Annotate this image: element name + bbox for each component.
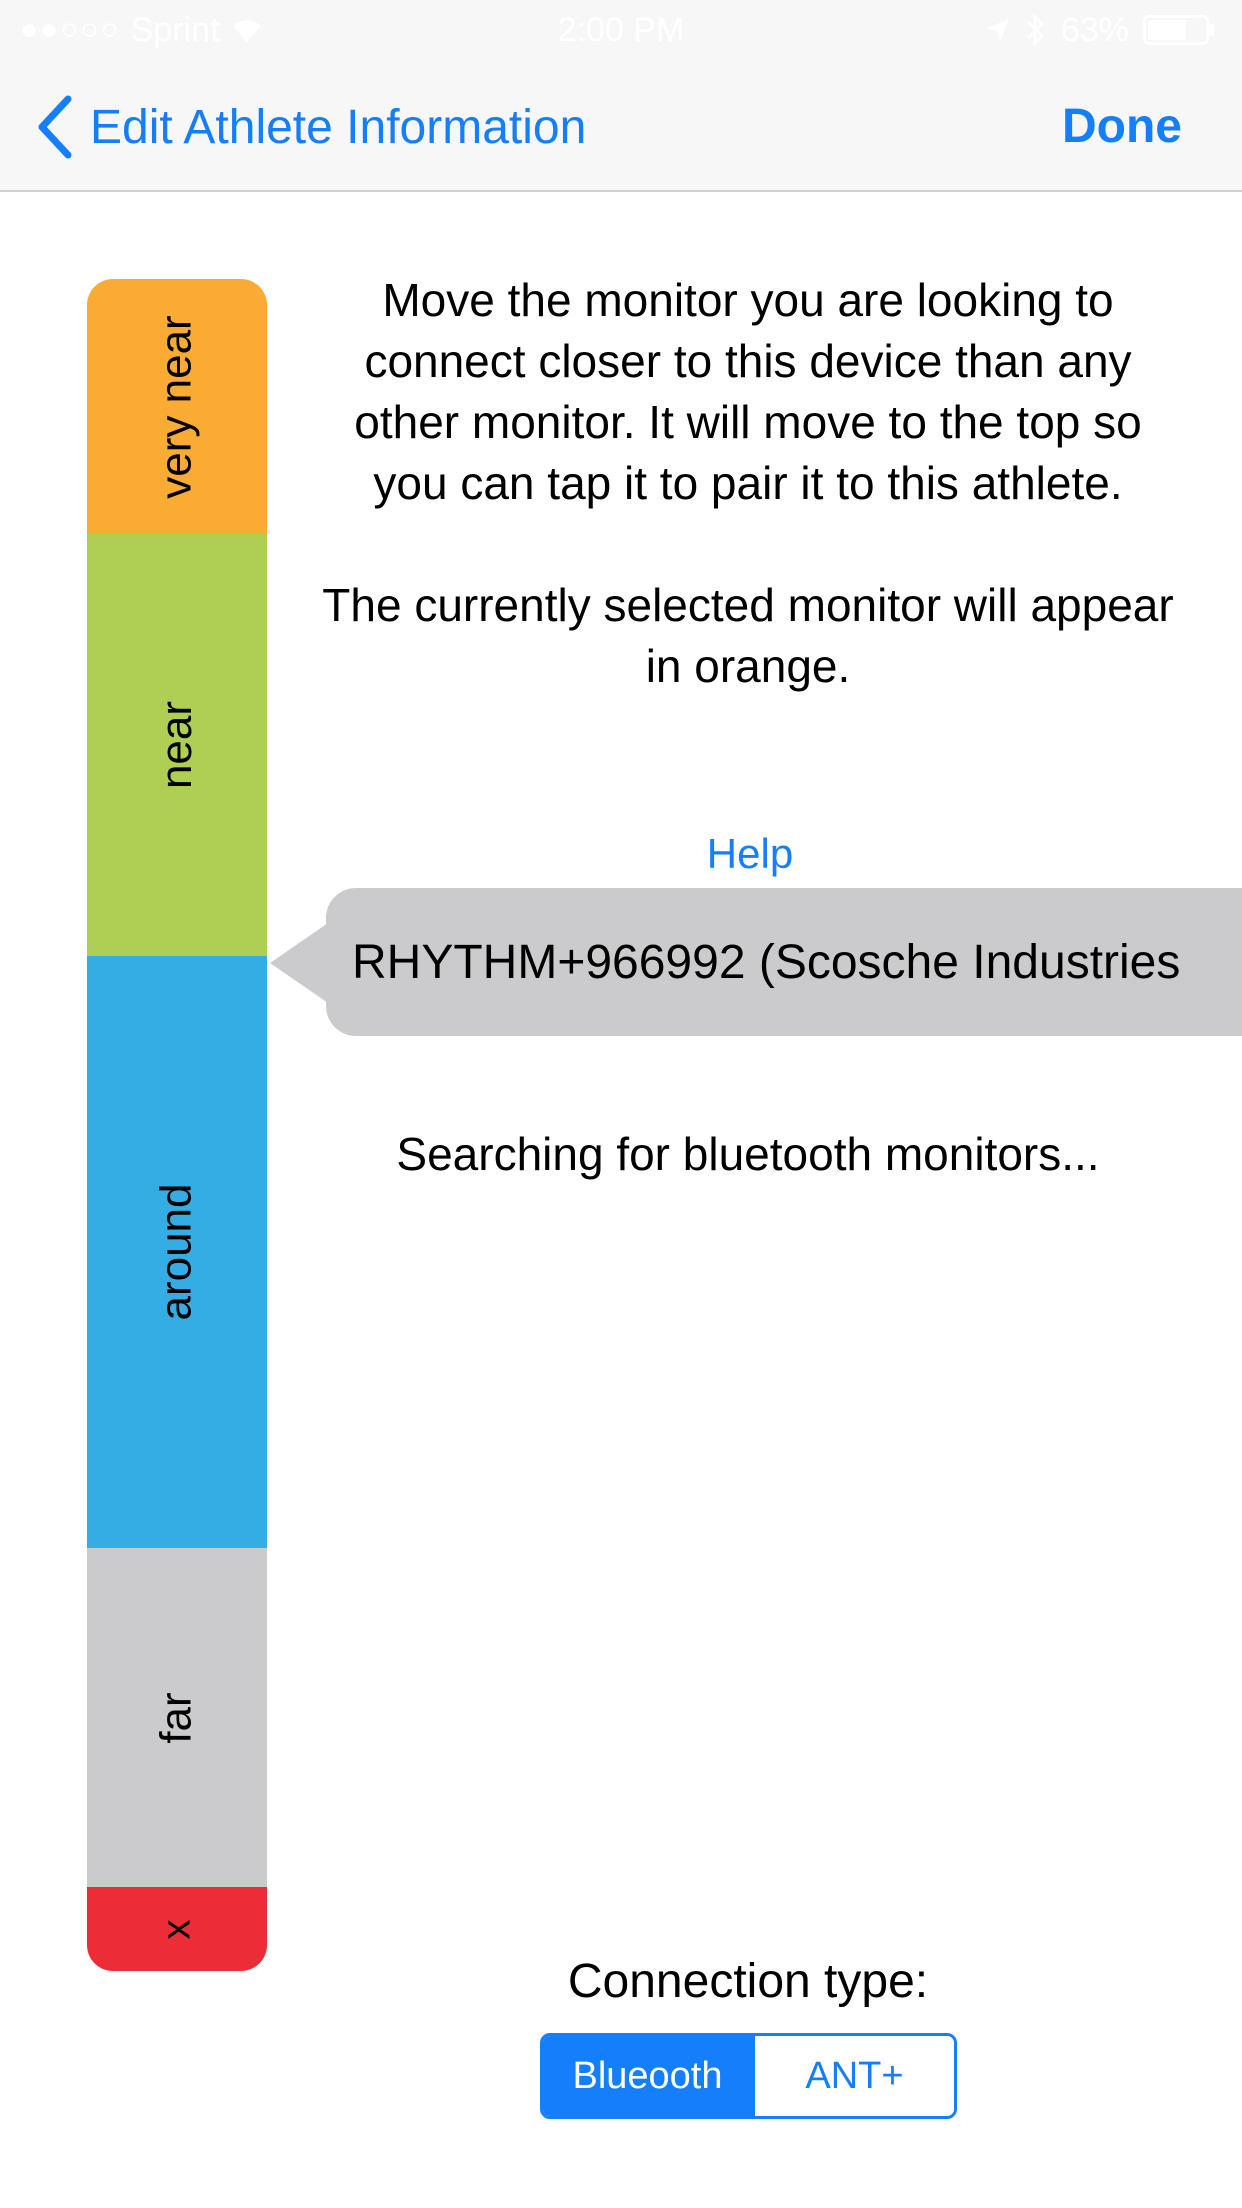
zone-very-near: very near bbox=[87, 279, 267, 534]
instructions-paragraph: The currently selected monitor will appe… bbox=[322, 579, 1174, 692]
battery-percent: 63% bbox=[1060, 11, 1129, 49]
status-right: 63% bbox=[985, 8, 1214, 52]
zone-near: near bbox=[87, 534, 267, 956]
connection-type-label: Connection type: bbox=[567, 1955, 929, 2008]
monitor-pointer bbox=[270, 923, 328, 1003]
zone-label: around bbox=[151, 1183, 201, 1321]
back-button[interactable]: Edit Athlete Information bbox=[34, 92, 586, 162]
back-button-label: Edit Athlete Information bbox=[90, 100, 587, 154]
instructions: Move the monitor you are looking to conn… bbox=[320, 270, 1176, 697]
proximity-scale: very near near around far x bbox=[87, 279, 267, 1971]
chevron-left-icon bbox=[38, 95, 72, 159]
navigation-bar: Edit Athlete Information Done bbox=[0, 60, 1242, 192]
done-button[interactable]: Done bbox=[1062, 92, 1182, 162]
zone-far: far bbox=[87, 1548, 267, 1887]
instructions-paragraph: Move the monitor you are looking to conn… bbox=[354, 274, 1142, 509]
battery-tip bbox=[1209, 24, 1214, 36]
zone-label: very near bbox=[152, 314, 202, 499]
monitor-label: RHYTHM+966992 (Scosche Industries bbox=[352, 935, 1181, 989]
bluetooth-icon bbox=[1026, 13, 1045, 47]
battery-icon bbox=[1143, 15, 1214, 45]
status-bar: ●●○○○ Sprint 2:00 PM 63% bbox=[0, 0, 1242, 60]
connection-type-control: Blueooth ANT+ bbox=[540, 2033, 957, 2119]
monitor-item[interactable]: RHYTHM+966992 (Scosche Industries bbox=[326, 888, 1242, 1036]
location-arrow-icon bbox=[986, 19, 1009, 41]
zone-label: x bbox=[154, 1919, 199, 1939]
zone-around: around bbox=[87, 956, 267, 1548]
searching-status: Searching for bluetooth monitors... bbox=[396, 1128, 1100, 1180]
battery-body bbox=[1143, 15, 1209, 45]
zone-label: near bbox=[151, 700, 201, 790]
segment-ant-plus[interactable]: ANT+ bbox=[752, 2036, 954, 2116]
help-link[interactable]: Help bbox=[650, 830, 850, 878]
zone-label: far bbox=[151, 1691, 201, 1744]
zone-out-of-range: x bbox=[87, 1887, 267, 1971]
segment-bluetooth[interactable]: Blueooth bbox=[543, 2036, 752, 2116]
